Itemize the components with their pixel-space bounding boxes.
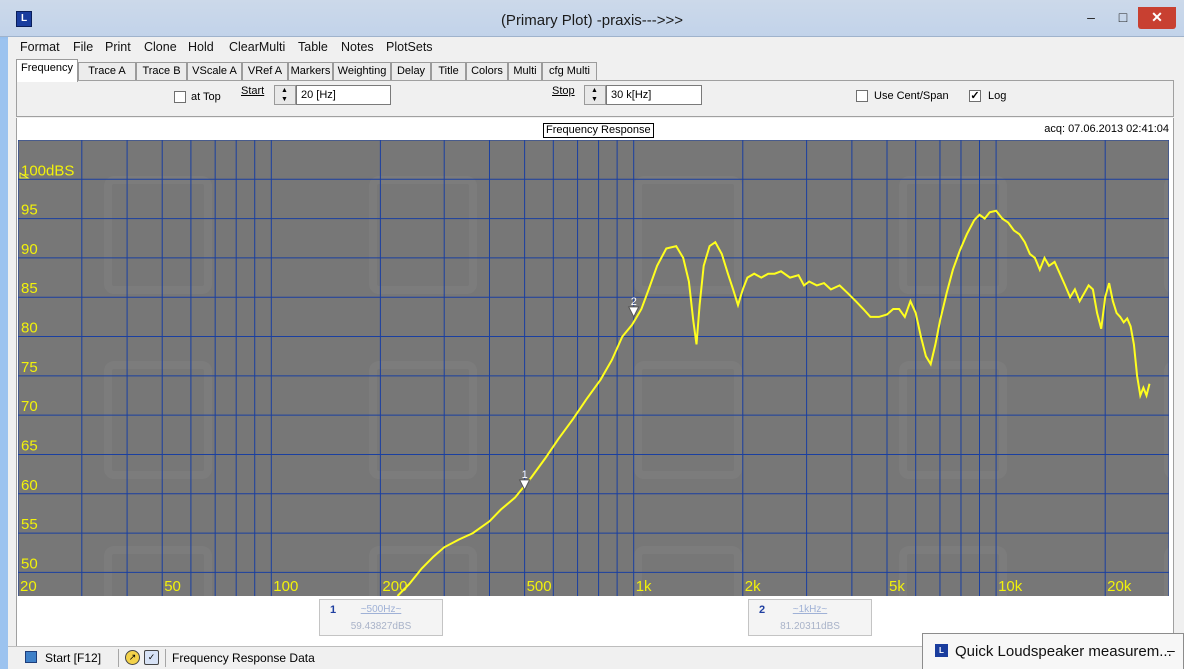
marker-2-label: 2 — [631, 296, 637, 308]
start-icon[interactable] — [25, 651, 37, 663]
tab-weighting[interactable]: Weighting — [333, 62, 391, 81]
tools-icon[interactable]: ✓ — [144, 650, 159, 665]
tab-delay[interactable]: Delay — [391, 62, 431, 81]
x-tick-label: 50 — [164, 578, 181, 595]
use-cent-span-checkbox[interactable] — [856, 90, 868, 102]
menu-clearmulti[interactable]: ClearMulti — [229, 40, 285, 54]
y-tick-label: 65 — [21, 437, 38, 454]
y-tick-label: 80 — [21, 320, 38, 337]
x-tick-label: 1k — [636, 578, 652, 595]
tab-strip: Frequency Trace A Trace B VScale A VRef … — [16, 59, 1176, 82]
x-tick-label: 5k — [889, 578, 905, 595]
at-top-label: at Top — [191, 91, 221, 103]
gauge-icon[interactable]: ↗ — [125, 650, 140, 665]
menu-print[interactable]: Print — [105, 40, 131, 54]
tab-markers[interactable]: Markers — [288, 62, 333, 81]
divider — [165, 649, 166, 667]
x-tick-label: 20k — [1107, 578, 1132, 595]
y-tick-label: 50 — [21, 555, 38, 572]
window-title: (Primary Plot) -praxis--->>> — [500, 12, 684, 29]
tab-trace-b[interactable]: Trace B — [136, 62, 187, 81]
plot-area: Frequency Response acq: 07.06.2013 02:41… — [16, 118, 1174, 665]
taskbar-thumbnail[interactable]: L Quick Loudspeaker measurem... – — [922, 633, 1184, 669]
log-checkbox[interactable]: ✓ — [969, 90, 981, 102]
y-tick-label: 60 — [21, 477, 38, 494]
x-tick-label: 100 — [273, 578, 298, 595]
stop-input[interactable]: 30 k[Hz] — [606, 85, 702, 105]
at-top-checkbox[interactable] — [174, 91, 186, 103]
y-tick-label: 95 — [21, 202, 38, 219]
marker-1-label: 1 — [522, 469, 528, 481]
maximize-button[interactable]: □ — [1110, 7, 1136, 29]
frequency-controls-panel: at Top Start ▲ ▼ 20 [Hz] Stop ▲ ▼ 30 k[Hz]… — [16, 80, 1174, 117]
menu-clone[interactable]: Clone — [144, 40, 177, 54]
x-tick-label: 2k — [745, 578, 761, 595]
x-tick-label: 20 — [20, 578, 37, 595]
menu-file[interactable]: File — [73, 40, 93, 54]
taskbar-minimize-button[interactable]: – — [1167, 642, 1175, 658]
tab-frequency[interactable]: Frequency — [16, 59, 78, 82]
close-button[interactable]: ✕ — [1138, 7, 1176, 29]
start-button[interactable]: Start [F12] — [45, 651, 101, 665]
y-tick-label: 85 — [21, 280, 38, 297]
marker-readout-2[interactable]: 2 ~1kHz~ 81.20311dBS — [748, 599, 872, 636]
menu-hold[interactable]: Hold — [188, 40, 214, 54]
x-tick-label: 200 — [382, 578, 407, 595]
x-tick-label: 10k — [998, 578, 1023, 595]
tab-vscale-a[interactable]: VScale A — [187, 62, 242, 81]
y-tick-label: 55 — [21, 516, 38, 533]
y-tick-label: 100dBS — [21, 162, 74, 179]
marker-frequency: ~1kHz~ — [792, 604, 828, 615]
main-window: Format File Print Clone Hold ClearMulti … — [8, 37, 1184, 669]
tab-vref-a[interactable]: VRef A — [242, 62, 288, 81]
menu-table[interactable]: Table — [298, 40, 328, 54]
marker-value: 59.43827dBS — [350, 621, 412, 632]
tab-title[interactable]: Title — [431, 62, 466, 81]
divider — [118, 649, 119, 667]
minimize-button[interactable]: – — [1078, 7, 1104, 29]
frequency-response-chart[interactable]: 100dBS 95 90 85 80 75 70 65 60 55 50 20 50 100 200 500… — [18, 140, 1169, 596]
menu-bar: Format File Print Clone Hold ClearMulti … — [8, 37, 1184, 57]
start-spinner[interactable]: ▲ ▼ — [274, 85, 296, 105]
y-tick-label: 75 — [21, 359, 38, 376]
tab-trace-a[interactable]: Trace A — [78, 62, 136, 81]
use-cent-span-label: Use Cent/Span — [874, 90, 949, 102]
marker-frequency: ~500Hz~ — [360, 604, 402, 615]
tab-cfg-multi[interactable]: cfg Multi — [542, 62, 597, 81]
tab-colors[interactable]: Colors — [466, 62, 508, 81]
stop-spinner[interactable]: ▲ ▼ — [584, 85, 606, 105]
log-label: Log — [988, 90, 1007, 102]
status-text: Frequency Response Data — [172, 651, 315, 665]
marker-readout-1[interactable]: 1 ~500Hz~ 59.43827dBS — [319, 599, 443, 636]
stop-label: Stop — [552, 85, 575, 97]
taskbar-thumbnail-title: Quick Loudspeaker measurem... — [955, 643, 1172, 660]
start-input[interactable]: 20 [Hz] — [296, 85, 391, 105]
app-icon: L — [935, 644, 948, 657]
start-label: Start — [241, 85, 265, 97]
y-tick-label: 90 — [21, 241, 38, 258]
menu-format[interactable]: Format — [20, 40, 60, 54]
menu-plotsets[interactable]: PlotSets — [386, 40, 433, 54]
menu-notes[interactable]: Notes — [341, 40, 374, 54]
marker-value: 81.20311dBS — [780, 621, 840, 632]
tab-multi[interactable]: Multi — [508, 62, 542, 81]
title-bar: L (Primary Plot) -praxis--->>> – □ ✕ — [0, 0, 1184, 37]
y-tick-label: 70 — [21, 398, 38, 415]
plot-title: Frequency Response — [543, 123, 654, 138]
acquisition-timestamp: acq: 07.06.2013 02:41:04 — [1044, 123, 1169, 135]
x-tick-label: 500 — [527, 578, 552, 595]
